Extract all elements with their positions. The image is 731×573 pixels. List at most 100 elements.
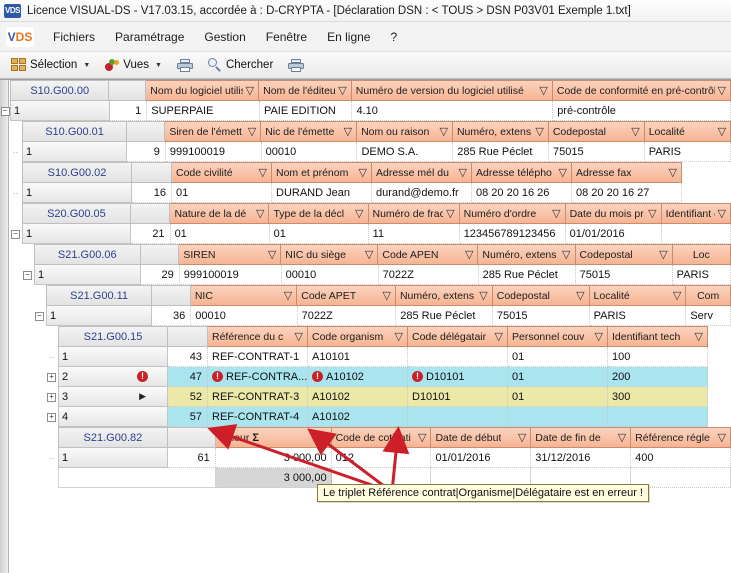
table-cell[interactable]: ! REF-CONTRA... bbox=[208, 367, 308, 387]
sequence-number-cell[interactable]: 57 bbox=[168, 407, 208, 427]
filter-funnel-icon[interactable]: ▽ bbox=[628, 125, 639, 138]
filter-funnel-icon[interactable]: ▽ bbox=[256, 166, 267, 179]
table-cell[interactable]: 01 bbox=[269, 224, 369, 244]
filter-funnel-icon[interactable]: ▽ bbox=[645, 207, 656, 220]
column-header-5[interactable]: Codepostal ▽ bbox=[575, 244, 673, 265]
table-cell[interactable]: ! D10101 bbox=[408, 367, 508, 387]
filter-funnel-icon[interactable]: ▽ bbox=[292, 330, 303, 343]
column-header-4[interactable]: Numéro, extens ▽ bbox=[478, 244, 576, 265]
filter-funnel-icon[interactable]: ▽ bbox=[476, 289, 487, 302]
filter-funnel-icon[interactable]: ▽ bbox=[443, 207, 454, 220]
column-header-6[interactable]: Com bbox=[686, 285, 731, 306]
column-header-1[interactable]: Code civilité ▽ bbox=[172, 162, 272, 183]
column-header-2[interactable]: Nom et prénom ▽ bbox=[272, 162, 372, 183]
expand-plus-icon[interactable]: + bbox=[45, 387, 58, 407]
table-cell[interactable]: 08 20 20 16 27 bbox=[572, 183, 682, 203]
column-header-2[interactable]: Code organism ▽ bbox=[308, 326, 408, 347]
table-cell[interactable]: 285 Rue Péclet bbox=[396, 306, 493, 326]
table-cell[interactable]: 285 Rue Péclet bbox=[453, 142, 549, 162]
table-cell[interactable]: 00010 bbox=[281, 265, 379, 285]
table-cell[interactable]: A10101 bbox=[308, 347, 408, 367]
filter-funnel-icon[interactable]: ▽ bbox=[536, 84, 547, 97]
filter-funnel-icon[interactable]: ▽ bbox=[715, 84, 726, 97]
row-number-header[interactable]: 3 ▶ bbox=[58, 387, 168, 407]
sequence-number-cell[interactable]: 1 bbox=[109, 101, 148, 121]
column-header-1[interactable]: Nom du logiciel utilisé ▽ bbox=[146, 80, 260, 101]
table-cell[interactable] bbox=[408, 347, 508, 367]
table-cell[interactable]: Serv bbox=[686, 306, 731, 326]
table-cell[interactable]: 00010 bbox=[261, 142, 358, 162]
table-cell[interactable]: 300 bbox=[608, 387, 708, 407]
table-cell[interactable]: 400 bbox=[631, 448, 731, 468]
table-cell[interactable]: 01/01/2016 bbox=[565, 224, 662, 244]
table-cell[interactable]: A10102 bbox=[308, 387, 408, 407]
group-id-label[interactable]: S21.G00.06 bbox=[34, 244, 141, 265]
column-header-3[interactable]: Code APEN ▽ bbox=[378, 244, 479, 265]
filter-funnel-icon[interactable]: ▽ bbox=[245, 125, 256, 138]
sequence-number-cell[interactable]: 16 bbox=[132, 183, 172, 203]
chevron-down-icon[interactable]: ▼ bbox=[83, 62, 90, 69]
column-header-4[interactable]: Date de fin de ▽ bbox=[531, 427, 632, 448]
column-header-3[interactable]: Numéro de frac ▽ bbox=[368, 203, 460, 224]
table-cell[interactable]: 01 bbox=[172, 183, 272, 203]
column-header-4[interactable]: Personnel couv ▽ bbox=[508, 326, 608, 347]
group-id-label[interactable]: S20.G00.05 bbox=[22, 203, 131, 224]
column-header-2[interactable]: Nom de l'éditeur ▽ bbox=[259, 80, 352, 101]
table-cell[interactable] bbox=[508, 407, 608, 427]
sequence-number-cell[interactable]: 61 bbox=[167, 448, 216, 468]
row-number-header[interactable]: 1 bbox=[22, 224, 131, 244]
column-header-5[interactable]: Date du mois pr ▽ bbox=[565, 203, 662, 224]
table-cell[interactable]: 999100019 bbox=[179, 265, 282, 285]
column-header-4[interactable]: Codepostal ▽ bbox=[492, 285, 590, 306]
column-header-2[interactable]: Nic de l'émette ▽ bbox=[261, 121, 358, 142]
column-header-5[interactable]: Codepostal ▽ bbox=[548, 121, 645, 142]
column-header-2[interactable]: Code de cotisati ▽ bbox=[331, 427, 432, 448]
filter-funnel-icon[interactable]: ▽ bbox=[532, 125, 543, 138]
filter-funnel-icon[interactable]: ▽ bbox=[492, 330, 503, 343]
table-cell[interactable]: A10102 bbox=[308, 407, 408, 427]
group-id-label[interactable]: S10.G00.01 bbox=[22, 121, 128, 142]
table-cell[interactable]: 31/12/2016 bbox=[531, 448, 632, 468]
table-cell[interactable]: 75015 bbox=[549, 142, 645, 162]
table-cell[interactable]: 00010 bbox=[191, 306, 298, 326]
table-row[interactable]: ·· 1 61 3 000,00 012 01/01/2016 31/12/2016 400 bbox=[0, 448, 731, 468]
sequence-number-cell[interactable]: 21 bbox=[130, 224, 171, 244]
row-number-header[interactable]: 1 bbox=[22, 183, 132, 203]
table-cell[interactable]: 3 000,00 bbox=[215, 448, 332, 468]
filter-funnel-icon[interactable]: ▽ bbox=[335, 84, 346, 97]
column-header-1[interactable]: Siren de l'émett ▽ bbox=[165, 121, 262, 142]
table-row[interactable]: +2! 47! REF-CONTRA...! A10102! D10101 01 200 bbox=[0, 367, 731, 387]
table-cell[interactable]: PAIE EDITION bbox=[259, 101, 353, 121]
table-row[interactable]: ·· 1 43 REF-CONTRAT-1 A10101 01 100 bbox=[0, 347, 731, 367]
table-cell[interactable]: PARIS bbox=[644, 142, 731, 162]
table-row[interactable]: +3 ▶ 52 REF-CONTRAT-3 A10102 D10101 01 300 bbox=[0, 387, 731, 407]
cell-error-icon[interactable]: ! bbox=[212, 371, 223, 382]
table-row[interactable]: −1 29 999100019 00010 7022Z 285 Rue Péclet 750… bbox=[0, 265, 731, 285]
filter-funnel-icon[interactable]: ▽ bbox=[392, 330, 403, 343]
table-cell[interactable]: 75015 bbox=[492, 306, 590, 326]
column-header-1[interactable]: Nature de la dé ▽ bbox=[170, 203, 270, 224]
row-number-header[interactable]: 1 bbox=[58, 448, 168, 468]
table-cell[interactable]: 75015 bbox=[575, 265, 673, 285]
filter-funnel-icon[interactable]: ▽ bbox=[666, 166, 677, 179]
column-header-5[interactable]: Adresse fax ▽ bbox=[572, 162, 682, 183]
table-cell[interactable]: REF-CONTRAT-1 bbox=[208, 347, 308, 367]
data-grid-area[interactable]: S10.G00.00 Nom du logiciel utilisé ▽ Nom de… bbox=[0, 79, 731, 573]
table-row[interactable]: −1 21 01 01 11 123456789123456 01/01/2016 bbox=[0, 224, 731, 244]
collapse-minus-icon[interactable]: − bbox=[21, 265, 34, 285]
column-header-1[interactable]: Référence du c ▽ bbox=[208, 326, 308, 347]
filter-funnel-icon[interactable]: ▽ bbox=[253, 207, 264, 220]
group-id-label[interactable]: S10.G00.02 bbox=[22, 162, 132, 183]
table-cell[interactable]: REF-CONTRAT-4 bbox=[208, 407, 308, 427]
table-cell[interactable]: REF-CONTRAT-3 bbox=[208, 387, 308, 407]
filter-funnel-icon[interactable]: ▽ bbox=[315, 431, 326, 444]
column-header-2[interactable]: NIC du siège ▽ bbox=[281, 244, 379, 265]
row-number-header[interactable]: 2! bbox=[58, 367, 168, 387]
filter-funnel-icon[interactable]: ▽ bbox=[615, 431, 626, 444]
table-cell[interactable]: 200 bbox=[608, 367, 708, 387]
filter-funnel-icon[interactable]: ▽ bbox=[573, 289, 584, 302]
table-row[interactable]: ·· 1 16 01 DURAND Jean durand@demo.fr 08 20 20… bbox=[0, 183, 731, 203]
table-cell[interactable]: pré-contrôle bbox=[553, 101, 731, 121]
filter-funnel-icon[interactable]: ▽ bbox=[656, 248, 667, 261]
print-button[interactable] bbox=[171, 56, 199, 75]
